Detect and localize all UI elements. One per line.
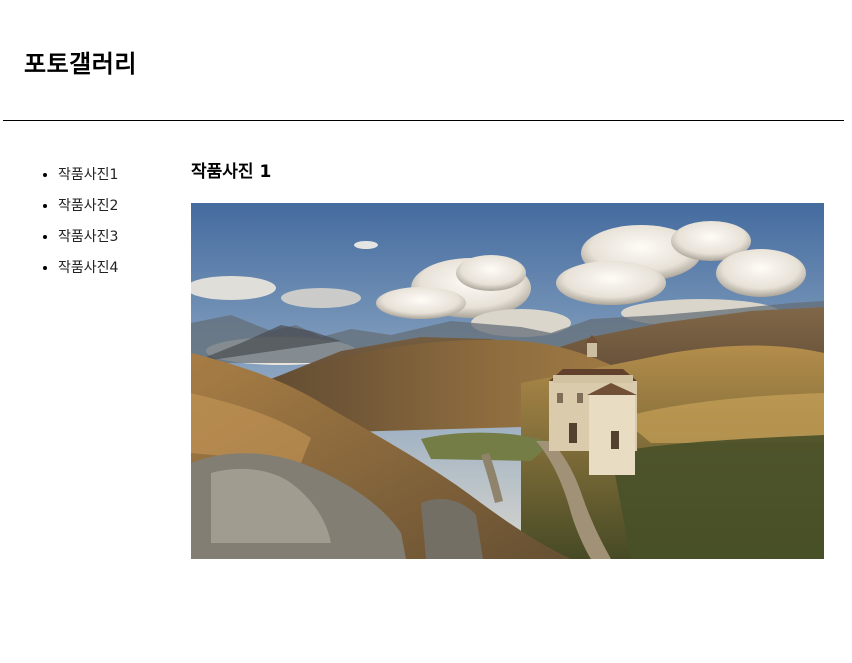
sidebar-item-photo-3: 작품사진3 (58, 222, 180, 253)
gallery-photo (191, 203, 824, 559)
sidebar-link-photo-4[interactable]: 작품사진4 (58, 260, 118, 276)
main-content: 작품사진 1 (191, 158, 825, 559)
sidebar-link-photo-2[interactable]: 작품사진2 (58, 198, 118, 214)
sidebar-item-photo-1: 작품사진1 (58, 160, 180, 191)
sidebar-link-photo-1[interactable]: 작품사진1 (58, 167, 118, 183)
site-title: 포토갤러리 (24, 50, 137, 78)
header-divider (3, 120, 844, 121)
page: 포토갤러리 작품사진1 작품사진2 작품사진3 작품사진4 작품사진 1 (0, 0, 852, 663)
sidebar-item-photo-4: 작품사진4 (58, 253, 180, 284)
sidebar-item-photo-2: 작품사진2 (58, 191, 180, 222)
sidebar-link-photo-3[interactable]: 작품사진3 (58, 229, 118, 245)
sidebar-nav: 작품사진1 작품사진2 작품사진3 작품사진4 (0, 160, 180, 284)
site-header: 포토갤러리 (0, 0, 852, 120)
sidebar-list: 작품사진1 작품사진2 작품사진3 작품사진4 (0, 160, 180, 284)
photo-title: 작품사진 1 (191, 162, 272, 182)
landscape-photo-image (191, 203, 824, 559)
